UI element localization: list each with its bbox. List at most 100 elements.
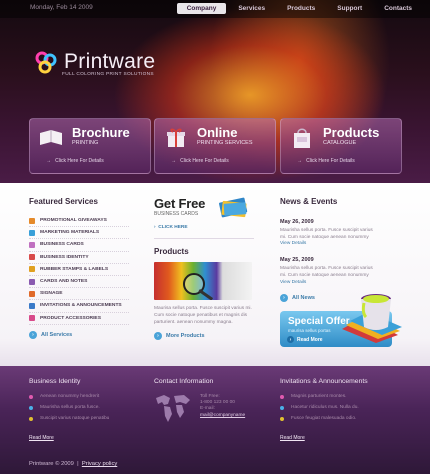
promo-brochure[interactable]: Brochure PRINTING → Click Here For Detai… <box>29 118 151 174</box>
logo[interactable]: Printware FULL COLORING PRINT SOLUTIONS <box>32 48 155 77</box>
footer-item-text: Suscipit varius natoque penatibu <box>40 416 110 421</box>
news-item: May 25, 2009 Maurisha sellus porta. Fusc… <box>280 257 380 286</box>
news-date: May 26, 2009 <box>280 219 314 225</box>
footer-identity: Business Identity Aenean nonummy hendrer… <box>29 378 139 421</box>
featured-list: PROMOTIONAL GIVEAWAYS MARKETING MATERIALS… <box>29 215 129 325</box>
nav-products[interactable]: Products <box>277 3 325 14</box>
bullet-icon <box>280 405 284 410</box>
page: Monday, Feb 14 2009 Company Services Pro… <box>0 0 430 474</box>
footer-item-text: Maurisha sellus porta fusce. <box>40 405 100 410</box>
products-text: Maurisa sellus porta. Fusce suscipit var… <box>154 306 252 325</box>
news-text: Maurisha sellus porta. Fusce suscipit va… <box>280 228 380 248</box>
date-label: Monday, Feb 14 2009 <box>30 4 93 11</box>
featured-service-item[interactable]: BUSINESS CARDS <box>29 239 129 252</box>
featured-service-item[interactable]: RUBBER STAMPS & LABELS <box>29 264 129 276</box>
shopping-bag-icon <box>294 128 310 148</box>
promo-link-label: Click Here For Details <box>306 158 355 164</box>
main-content: Featured Services PROMOTIONAL GIVEAWAYS M… <box>0 183 430 366</box>
header: Monday, Feb 14 2009 Company Services Pro… <box>0 0 430 183</box>
more-products-label: More Products <box>166 333 205 339</box>
nav-services[interactable]: Services <box>228 3 275 14</box>
promo-online[interactable]: Online PRINTING SERVICES → Click Here Fo… <box>154 118 276 174</box>
featured-service-label: RUBBER STAMPS & LABELS <box>40 266 109 272</box>
promo-link[interactable]: → Click Here For Details <box>171 158 229 164</box>
email-link[interactable]: mail@companyname <box>200 413 245 419</box>
all-services-link[interactable]: › All Services <box>29 330 129 339</box>
more-products-link[interactable]: › More Products <box>154 332 254 340</box>
footer-item-text: Aenean nonummy hendrerit <box>40 394 100 399</box>
bullet-icon <box>280 394 284 399</box>
logo-swirl-icon <box>35 51 57 74</box>
all-news-label: All News <box>292 295 315 302</box>
featured-service-item[interactable]: CARDS AND NOTES <box>29 276 129 289</box>
featured-service-label: BUSINESS CARDS <box>40 242 84 248</box>
featured-service-label: SIGNAGE <box>40 291 63 297</box>
world-map-icon <box>156 395 190 422</box>
promo-title: Products <box>323 125 380 140</box>
arrow-icon: › <box>280 294 288 303</box>
nav-company[interactable]: Company <box>176 3 227 14</box>
promo-subtitle: CATALOGUE <box>323 140 357 146</box>
featured-service-item[interactable]: MARKETING MATERIALS <box>29 227 129 240</box>
view-details-link[interactable]: View Details <box>280 241 306 246</box>
footer-contact: Contact Information Toll Free: 1-800 123… <box>154 378 264 422</box>
footer-title: Invitations & Announcements <box>280 378 368 385</box>
featured-services: Featured Services PROMOTIONAL GIVEAWAYS M… <box>29 197 129 339</box>
footer-list-item: Fusce feugiat malesuada odio. <box>280 416 410 421</box>
promo-subtitle: PRINTING <box>72 140 99 146</box>
all-services-label: All Services <box>41 331 73 338</box>
footer-read-more-link[interactable]: Read More <box>29 435 54 441</box>
featured-service-item[interactable]: PROMOTIONAL GIVEAWAYS <box>29 215 129 228</box>
special-offer-subtitle: maurisa sellus portas <box>288 328 331 333</box>
footer-list-item: Maurisha sellus porta fusce. <box>29 405 139 410</box>
privacy-policy-link[interactable]: Privacy policy <box>82 461 117 467</box>
featured-service-item[interactable]: INVITATIONS & ANNOUNCEMENTS <box>29 300 129 313</box>
products-image <box>154 262 252 300</box>
get-free-link[interactable]: › CLICK HERE <box>154 225 254 230</box>
promo-link[interactable]: → Click Here For Details <box>46 158 104 164</box>
get-free-link-label: CLICK HERE <box>158 225 188 230</box>
copyright: Printware © 2009 | Privacy policy <box>29 461 118 467</box>
divider <box>154 238 254 239</box>
news-date: May 25, 2009 <box>280 257 314 264</box>
footer-invitations: Invitations & Announcements Magnis partu… <box>280 378 410 421</box>
contact-details: Toll Free: 1-800 123 00 00 E-mail: mail@… <box>200 394 245 419</box>
read-more-label: Read More <box>297 336 323 343</box>
promo-title: Online <box>197 125 238 140</box>
arrow-icon: › <box>287 336 294 343</box>
magnifier-icon <box>183 273 214 300</box>
service-icon <box>29 278 35 285</box>
service-icon <box>29 315 35 322</box>
gift-box-icon <box>167 128 185 147</box>
copyright-text: Printware © 2009 <box>29 461 74 467</box>
service-icon <box>29 217 35 224</box>
view-details-link[interactable]: View Details <box>280 280 306 285</box>
service-icon <box>29 229 35 236</box>
bullet-icon <box>29 394 33 399</box>
bullet-icon <box>29 416 33 421</box>
promo-products[interactable]: Products CATALOGUE → Click Here For Deta… <box>280 118 402 174</box>
featured-service-item[interactable]: BUSINESS IDENTITY <box>29 252 129 264</box>
news-body: Maurisha sellus porta. Fusce suscipit va… <box>280 228 373 240</box>
featured-title: Featured Services <box>29 197 98 206</box>
products-title: Products <box>154 247 189 256</box>
logo-tagline: FULL COLORING PRINT SOLUTIONS <box>62 72 154 77</box>
featured-service-label: MARKETING MATERIALS <box>40 230 100 236</box>
promo-link[interactable]: → Click Here For Details <box>297 158 355 164</box>
featured-service-item[interactable]: SIGNAGE <box>29 288 129 301</box>
read-more-button[interactable]: › Read More <box>287 336 323 343</box>
featured-service-label: CARDS AND NOTES <box>40 279 88 285</box>
nav-contacts[interactable]: Contacts <box>374 3 422 14</box>
footer-read-more-link[interactable]: Read More <box>280 435 305 441</box>
featured-service-label: BUSINESS IDENTITY <box>40 254 89 260</box>
featured-service-label: PRODUCT ACCESSORIES <box>40 315 101 321</box>
nav-support[interactable]: Support <box>327 3 372 14</box>
footer-list-item: Hacetur ridiculus mus. Nulla du. <box>280 405 410 410</box>
promo-subtitle: PRINTING SERVICES <box>197 140 253 146</box>
promo-link-label: Click Here For Details <box>55 158 104 164</box>
featured-service-item[interactable]: PRODUCT ACCESSORIES <box>29 313 129 325</box>
arrow-icon: › <box>154 332 162 340</box>
footer-list-item: Aenean nonummy hendrerit <box>29 394 139 399</box>
service-icon <box>29 290 35 297</box>
promo-link-label: Click Here For Details <box>180 158 229 164</box>
